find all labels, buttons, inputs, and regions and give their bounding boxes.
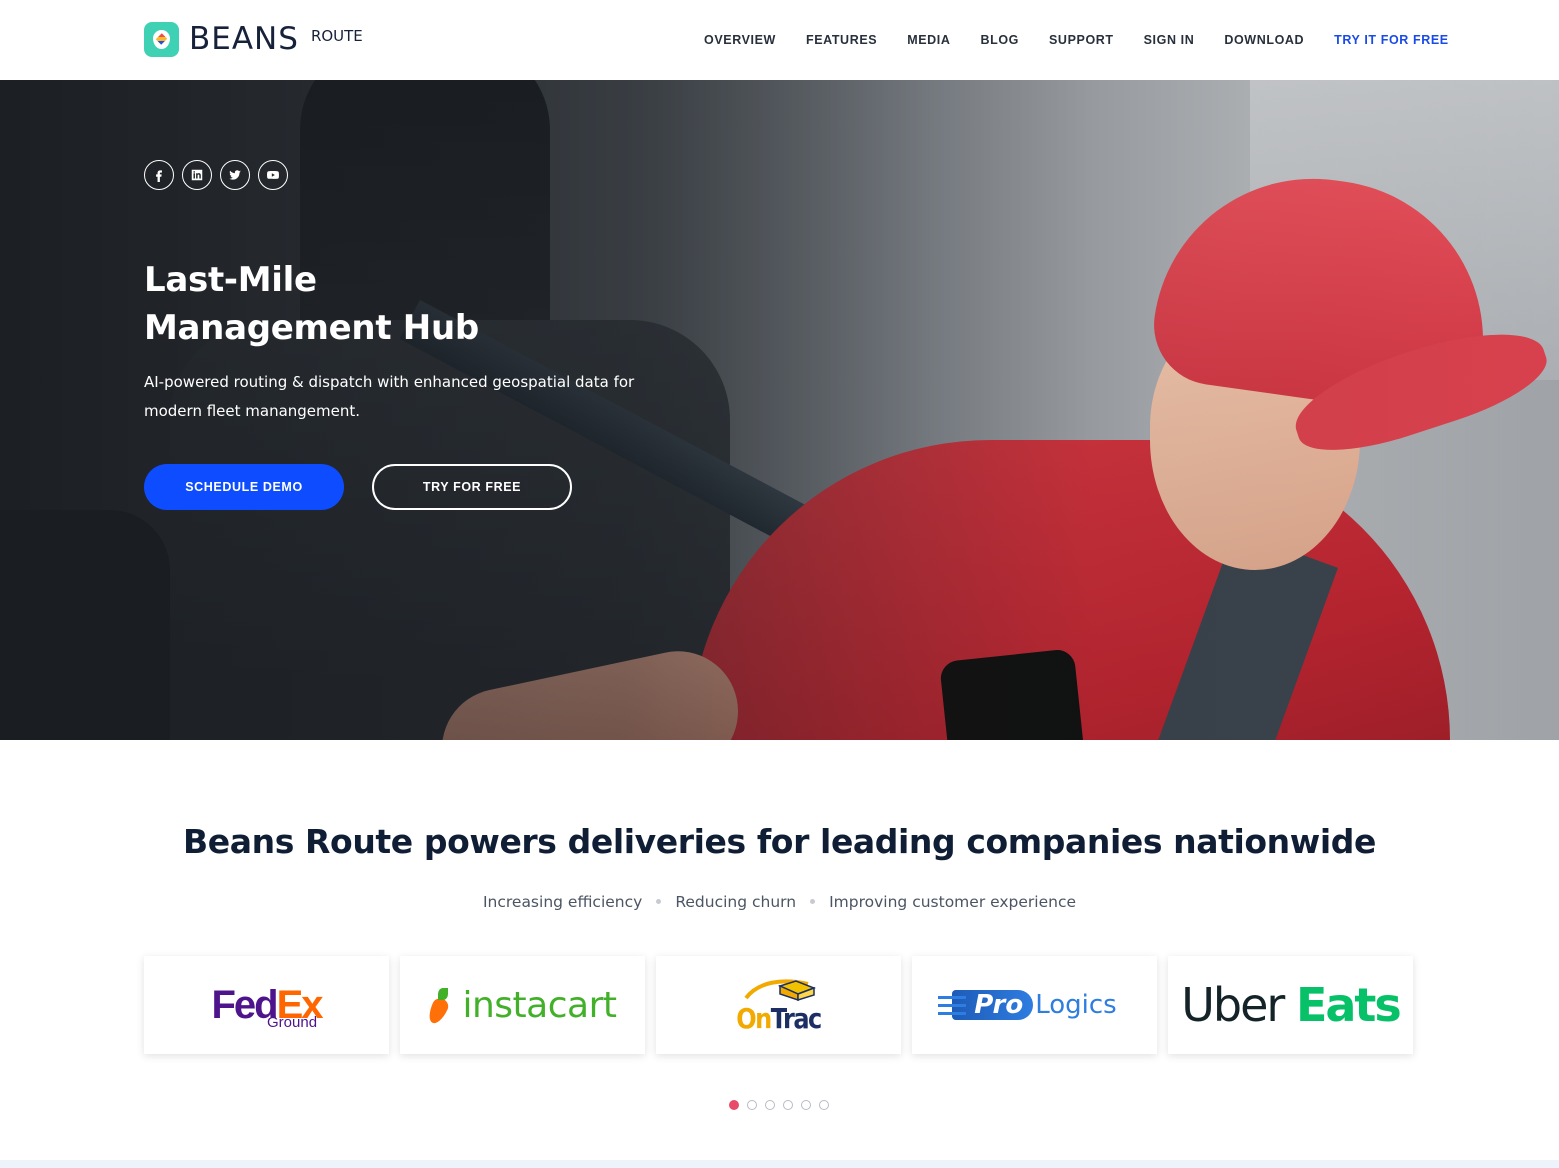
brand-logo[interactable]: BEANS ROUTE: [144, 22, 363, 57]
benefit-item: Improving customer experience: [829, 893, 1077, 911]
nav-media[interactable]: MEDIA: [907, 33, 950, 47]
carousel-dot[interactable]: [729, 1100, 739, 1110]
nav-features[interactable]: FEATURES: [806, 33, 877, 47]
nav-download[interactable]: DOWNLOAD: [1224, 33, 1304, 47]
benefit-item: Increasing efficiency: [482, 893, 643, 911]
fedex-ground-label: Ground: [267, 1014, 318, 1031]
ontrac-box-icon: [743, 978, 816, 1001]
hero-title: Last-Mile Management Hub: [144, 256, 479, 352]
hero-section: Last-Mile Management Hub AI-powered rout…: [0, 80, 1559, 740]
next-section-edge: [0, 1160, 1559, 1168]
partner-logo-carousel: FedEx Ground instacart OnTrac Pro Logics…: [144, 956, 1413, 1054]
prologics-logo: Pro Logics: [938, 990, 1117, 1020]
benefit-item: Reducing churn: [675, 893, 797, 911]
site-header: BEANS ROUTE OVERVIEW FEATURES MEDIA BLOG…: [0, 0, 1559, 80]
main-nav: OVERVIEW FEATURES MEDIA BLOG SUPPORT SIG…: [704, 33, 1449, 47]
separator-dot: [656, 899, 662, 904]
hero-title-line2: Management Hub: [144, 308, 479, 348]
partner-card-ubereats: Uber Eats: [1168, 956, 1413, 1054]
try-for-free-button[interactable]: TRY FOR FREE: [372, 464, 572, 510]
benefits-list: Increasing efficiency Reducing churn Impro…: [0, 893, 1559, 911]
nav-support[interactable]: SUPPORT: [1049, 33, 1114, 47]
nav-sign-in[interactable]: SIGN IN: [1144, 33, 1195, 47]
partner-card-instacart: instacart: [400, 956, 645, 1054]
ontrac-logo: OnTrac: [736, 978, 822, 1035]
nav-try-free[interactable]: TRY IT FOR FREE: [1334, 33, 1449, 47]
nav-overview[interactable]: OVERVIEW: [704, 33, 776, 47]
youtube-icon[interactable]: [258, 160, 288, 190]
linkedin-icon[interactable]: [182, 160, 212, 190]
partner-card-prologics: Pro Logics: [912, 956, 1157, 1054]
twitter-icon[interactable]: [220, 160, 250, 190]
carousel-dot[interactable]: [765, 1100, 775, 1110]
uber-eats-logo: Uber Eats: [1181, 978, 1402, 1032]
partner-card-fedex: FedEx Ground: [144, 956, 389, 1054]
social-links: [144, 160, 296, 190]
carrot-icon: [425, 988, 452, 1027]
brand-subname: ROUTE: [310, 26, 363, 45]
carousel-pagination: [729, 1100, 837, 1110]
carousel-dot[interactable]: [783, 1100, 793, 1110]
carousel-dot[interactable]: [819, 1100, 829, 1110]
hero-subtitle: AI-powered routing & dispatch with enhan…: [144, 373, 635, 420]
beans-logo-icon: [144, 22, 179, 57]
schedule-demo-button[interactable]: SCHEDULE DEMO: [144, 464, 344, 510]
carousel-dot[interactable]: [801, 1100, 811, 1110]
facebook-icon[interactable]: [144, 160, 174, 190]
brand-name: BEANS: [189, 21, 299, 57]
separator-dot: [810, 899, 816, 904]
partner-card-ontrac: OnTrac: [656, 956, 901, 1054]
hero-title-line1: Last-Mile: [144, 260, 317, 300]
nav-blog[interactable]: BLOG: [980, 33, 1019, 47]
instacart-logo: instacart: [425, 985, 617, 1027]
carousel-dot[interactable]: [747, 1100, 757, 1110]
partners-title: Beans Route powers deliveries for leadin…: [183, 822, 1376, 861]
